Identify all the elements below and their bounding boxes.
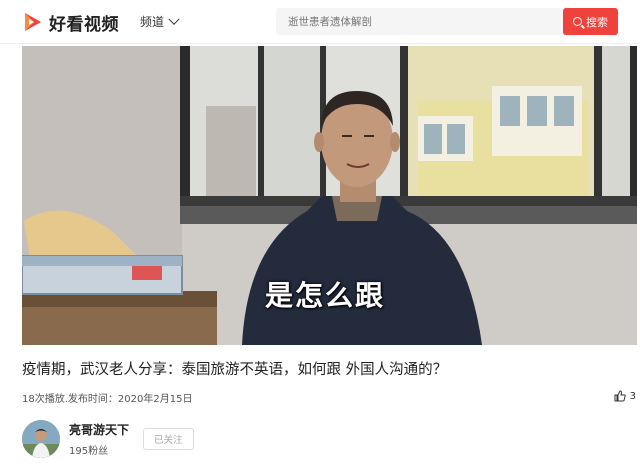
like-button[interactable]: 3 [614,390,636,402]
chevron-down-icon [168,13,180,25]
site-logo[interactable]: 好看视频 [22,9,119,35]
logo-text: 好看视频 [49,14,119,35]
thumbs-up-icon [614,390,626,402]
video-title: 疫情期，武汉老人分享：泰国旅游不英语，如何跟 外国人沟通的？ [22,362,448,378]
play-logo-icon [25,13,41,31]
video-meta: 18次播放.发布时间：2020年2月15日 [22,394,193,405]
like-count: 3 [629,390,636,402]
search-button-label: 搜索 [586,15,608,29]
channel-dropdown[interactable]: 频道 [140,13,180,30]
search-button[interactable]: 搜索 [563,8,618,35]
video-subtitle: 是怎么跟 [265,279,386,312]
fans-count: 195粉丝 [69,446,109,457]
video-player[interactable]: 是怎么跟 [22,46,637,345]
search-icon [573,17,582,26]
search-input[interactable] [288,8,558,35]
top-header: 好看视频 频道 搜索 [0,0,640,44]
author-info: 亮哥游天下 195粉丝 [69,421,129,457]
search-bar: 搜索 [276,8,618,35]
author-name[interactable]: 亮哥游天下 [69,421,129,438]
follow-button[interactable]: 已关注 [143,428,194,450]
channel-label: 频道 [140,15,165,29]
avatar[interactable] [22,420,60,458]
avatar-image [22,420,60,458]
author-card: 亮哥游天下 195粉丝 已关注 [22,418,194,460]
